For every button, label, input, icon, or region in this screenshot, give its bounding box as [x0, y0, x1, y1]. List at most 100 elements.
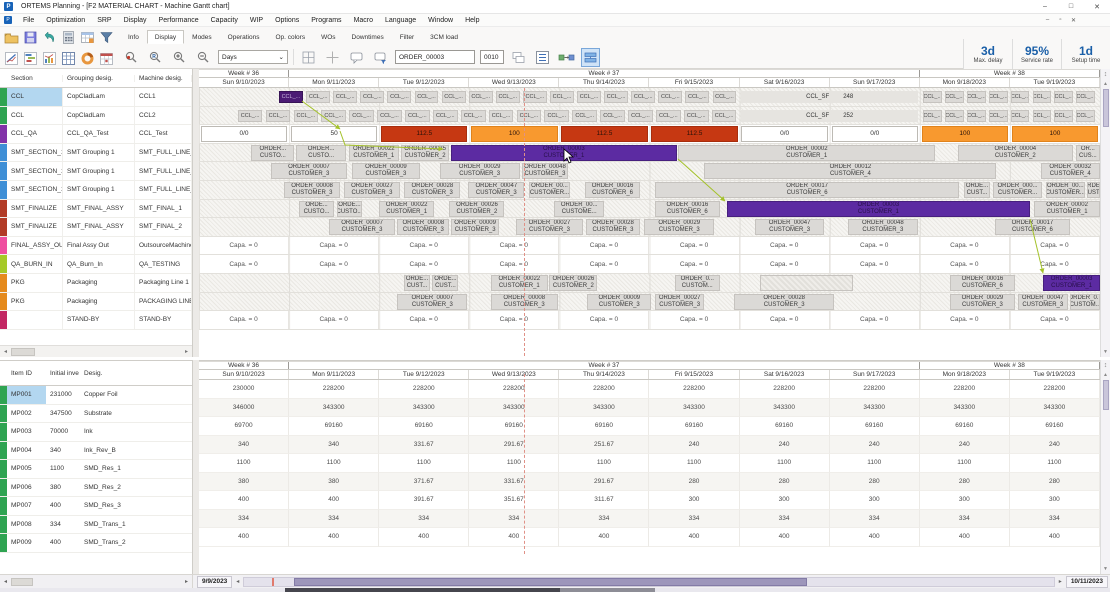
scroll-thumb[interactable] [11, 578, 33, 586]
menu-window[interactable]: Window [422, 17, 459, 24]
grouping-cell[interactable]: SMT Grouping 1 [63, 181, 135, 199]
gantt-bar-downtime[interactable] [760, 275, 853, 291]
donut-chart-icon[interactable] [78, 49, 97, 68]
gantt-bar-CCL_SF[interactable]: CCL_SF252 [741, 110, 918, 122]
col-section[interactable]: Section [7, 75, 63, 82]
menu-programs[interactable]: Programs [305, 17, 347, 24]
gantt-bar-ccl[interactable]: CCL_... [713, 91, 737, 103]
machine-cell[interactable]: CCL_Test [135, 125, 192, 143]
gantt-bar-ORDER_0...[interactable]: ORDER_0...CUSTOM... [675, 275, 720, 291]
mdi-restore-button[interactable]: ▫ [1054, 17, 1067, 24]
scroll-down-icon[interactable]: ▼ [1103, 349, 1108, 355]
mdi-close-button[interactable]: ✕ [1067, 17, 1080, 24]
item-id-cell[interactable]: MP004 [7, 442, 46, 460]
capacity-load-cell[interactable]: 0/0 [741, 126, 827, 142]
gantt-bar-ORDER_00029[interactable]: ORDER_00029CUSTOMER_3 [950, 294, 1016, 310]
gantt-bar-ccl[interactable]: CCL_... [405, 110, 430, 122]
calculator-icon[interactable] [59, 28, 78, 47]
gantt-bar-ccl[interactable]: CCL_... [1033, 110, 1052, 122]
menu-optimization[interactable]: Optimization [40, 17, 91, 24]
tooltip-icon[interactable] [347, 48, 366, 67]
machine-row[interactable]: SMT_SECTION_1SMT Grouping 1SMT_FULL_LINE… [0, 181, 192, 200]
initial-inventory-cell[interactable]: 340 [46, 442, 80, 460]
gantt-bar-ORDER_00003[interactable]: ORDER_00003CUSTOMER_1 [727, 201, 1030, 217]
scroll-thumb[interactable] [294, 578, 807, 586]
gantt-bar-ccl[interactable]: CCL_... [442, 91, 466, 103]
designation-cell[interactable]: Ink_Rev_B [80, 442, 192, 460]
small-chart-icon[interactable] [40, 49, 59, 68]
gantt-bar-ORDER_00003[interactable]: ORDER_00003CUSTOMER_1 [1043, 275, 1100, 291]
gantt-bar-ccl[interactable]: CCL_... [415, 91, 439, 103]
gantt-bar-ORDER_00028[interactable]: ORDER_00028CUSTOMER_3 [404, 182, 460, 198]
gantt-bar-ccl[interactable]: CCL_... [1076, 91, 1095, 103]
gantt-bar-ccl[interactable]: CCL_... [945, 110, 964, 122]
order-search-input[interactable] [395, 50, 475, 64]
tab-display[interactable]: Display [147, 30, 184, 44]
gantt-bar-ccl[interactable]: CCL_... [967, 110, 986, 122]
gantt-bar-ORDER_000...[interactable]: ORDER_000...CUSTOMER... [993, 182, 1043, 198]
machine-cell[interactable]: CCL1 [135, 88, 192, 106]
capacity-load-cell[interactable]: 100 [471, 126, 557, 142]
grouping-cell[interactable]: CopCladLam [63, 88, 135, 106]
fit-view-icon[interactable] [581, 48, 600, 67]
initial-inventory-cell[interactable]: 400 [46, 534, 80, 552]
gantt-bar-ORDER...[interactable]: ORDER...CUSTO... [296, 145, 346, 161]
gantt-bar-ccl[interactable]: CCL_... [496, 91, 520, 103]
gantt-bar-ccl[interactable]: CCL_... [967, 91, 986, 103]
machine-cell[interactable]: OutsourceMachine [135, 237, 192, 255]
item-row[interactable]: MP00370000Ink [0, 423, 192, 442]
section-cell[interactable]: FINAL_ASSY_OUT! [7, 237, 63, 255]
machine-row[interactable]: QA_BURN_INQA_Burn_InQA_TESTING [0, 255, 192, 274]
menu-options[interactable]: Options [269, 17, 305, 24]
grouping-cell[interactable]: QA_Burn_In [63, 255, 135, 273]
gantt-bar-ccl[interactable]: CCL_... [572, 110, 597, 122]
initial-inventory-cell[interactable]: 70000 [46, 423, 80, 441]
gantt-bar-ORDER_00027[interactable]: ORDER_00027CUSTOMER_3 [516, 219, 583, 235]
timeline-scroll-left-icon[interactable]: ◂ [232, 578, 243, 585]
gantt-bar-ORDER_00009[interactable]: ORDER_00009CUSTOMER_3 [451, 219, 499, 235]
item-id-cell[interactable]: MP001 [7, 386, 46, 404]
gantt-bar-ORDER_00048[interactable]: ORDER_00048CUSTOMER_3 [848, 219, 918, 235]
gantt-bar-ORDE...[interactable]: ORDE...CUST... [404, 275, 429, 291]
grid-lines-icon[interactable] [299, 48, 318, 67]
gantt-bar-ORDER_00007[interactable]: ORDER_00007CUSTOMER_3 [329, 219, 396, 235]
gantt-bar-ORDER_00009[interactable]: ORDER_00009CUSTOMER_3 [587, 294, 651, 310]
gantt-bar-ccl[interactable]: CCL_... [945, 91, 964, 103]
gantt-bar-ccl[interactable]: CCL_... [577, 91, 601, 103]
tooltip-filter-icon[interactable] [371, 48, 390, 67]
section-cell[interactable]: SMT_SECTION_1 [7, 162, 63, 180]
calendar-icon[interactable] [97, 49, 116, 68]
gantt-bar-ORDER_00026[interactable]: ORDER_00026CUSTOMER_2 [449, 201, 504, 217]
initial-inventory-cell[interactable]: 347500 [46, 405, 80, 423]
machine-cell[interactable]: Packaging Line 1 [135, 274, 192, 292]
gantt-bar-ORDER_00028[interactable]: ORDER_00028CUSTOMER_3 [586, 219, 639, 235]
scroll-thumb[interactable] [1103, 380, 1109, 410]
item-table-hscrollbar[interactable]: ◂ ▸ [0, 575, 193, 588]
gantt-bar-ORDE...[interactable]: ORDE...CUST... [964, 182, 990, 198]
tab-wos[interactable]: WOs [313, 30, 343, 44]
capacity-load-cell[interactable]: 112.5 [651, 126, 737, 142]
gantt-bar-ccl[interactable]: CCL_... [600, 110, 625, 122]
item-id-cell[interactable]: MP002 [7, 405, 46, 423]
section-cell[interactable]: PKG [7, 293, 63, 311]
grouping-cell[interactable]: Final Assy Out [63, 237, 135, 255]
machine-row[interactable]: SMT_SECTION_1SMT Grouping 1SMT_FULL_LINE… [0, 162, 192, 181]
section-cell[interactable]: CCL [7, 107, 63, 125]
section-cell[interactable]: SMT_FINALIZE [7, 200, 63, 218]
col-initial-inventory[interactable]: Initial inve [46, 370, 80, 377]
capacity-load-cell[interactable]: 112.5 [381, 126, 467, 142]
gantt-bar-ccl[interactable]: CCL_... [658, 91, 682, 103]
gantt-bar-CCL_SF[interactable]: CCL_SF248 [741, 91, 918, 103]
gantt-bar-ORDER_00007[interactable]: ORDER_00007CUSTOMER_3 [397, 294, 467, 310]
crosshair-icon[interactable] [323, 48, 342, 67]
gantt-bar-ORDE...[interactable]: ORDE...CUSTO... [337, 201, 362, 217]
section-cell[interactable]: SMT_FINALIZE [7, 218, 63, 236]
section-cell[interactable]: CCL [7, 88, 63, 106]
gantt-bar-ccl[interactable]: CCL_... [1033, 91, 1052, 103]
gantt-bar-ccl[interactable]: CCL_... [550, 91, 574, 103]
scroll-up-icon[interactable]: ▲ [1103, 372, 1108, 378]
machine-row[interactable]: PKGPackagingPackaging Line 1 [0, 274, 192, 293]
machine-cell[interactable]: SMT_FINAL_1 [135, 200, 192, 218]
mdi-minimize-button[interactable]: – [1041, 17, 1054, 24]
save-icon[interactable] [21, 28, 40, 47]
